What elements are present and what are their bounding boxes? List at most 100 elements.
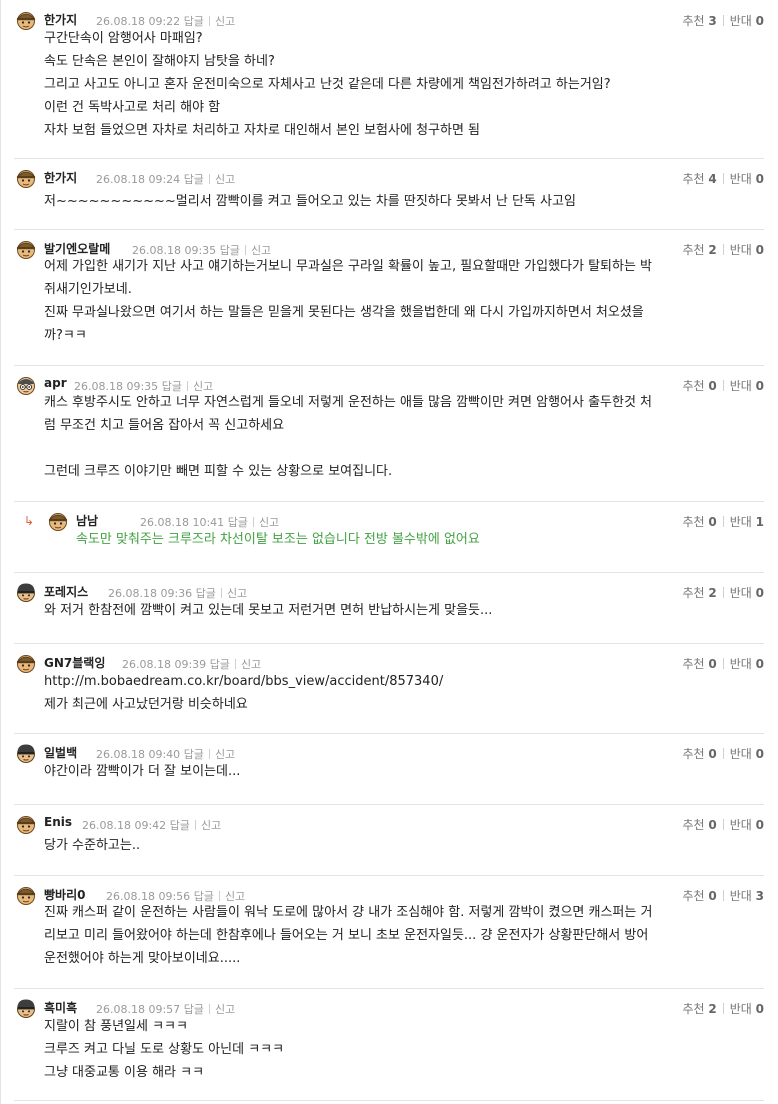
- vote-divider: [722, 748, 724, 759]
- cap-face-icon[interactable]: [16, 653, 36, 673]
- oppose-button[interactable]: 반대 0: [730, 747, 764, 761]
- comment-item: 한가지 26.08.18 09:24 답글 신고 추천 4 반대 0 저~~~~~~~~~…: [0, 158, 778, 229]
- oppose-button[interactable]: 반대 0: [730, 657, 764, 671]
- comment-line: 제가 최근에 사고났던거랑 비슷하네요: [44, 697, 248, 712]
- comment-line: [44, 437, 754, 460]
- author-nickname[interactable]: 한가지: [44, 169, 77, 186]
- helmet-face-icon[interactable]: [16, 998, 36, 1018]
- recommend-button[interactable]: 추천 0: [682, 747, 716, 761]
- author-nickname[interactable]: 남남: [76, 512, 98, 529]
- reply-arrow-icon: ↳: [24, 514, 35, 528]
- glasses-face-icon[interactable]: [16, 375, 36, 395]
- comment-body: 어제 가입한 새기가 지난 사고 얘기하는거보니 무과실은 구라일 확률이 높고…: [44, 255, 754, 347]
- author-nickname[interactable]: GN7블랙잉: [44, 654, 105, 671]
- report-link[interactable]: 신고: [215, 173, 235, 186]
- comment-separator: [14, 1100, 764, 1101]
- comment-line: 이런 건 독박사고로 처리 해야 함: [44, 100, 221, 115]
- meta-divider: [208, 16, 210, 26]
- oppose-button[interactable]: 반대 0: [730, 172, 764, 186]
- comment-line: 그리고 사고도 아니고 혼자 운전미숙으로 자체사고 난것 같은데 다른 차량에…: [44, 77, 611, 92]
- recommend-label: 추천: [682, 657, 705, 671]
- comment-line: 그런데 크루즈 이야기만 빼면 피할 수 있는 상황으로 보여집니다.: [44, 464, 393, 479]
- recommend-button[interactable]: 추천 0: [682, 818, 716, 832]
- comment-body: 와 저거 한참전에 깜빡이 켜고 있는데 못보고 저런거면 면허 반납하시는게 …: [44, 599, 754, 622]
- oppose-label: 반대: [729, 586, 752, 600]
- oppose-count: 0: [755, 818, 764, 832]
- helmet-face-icon[interactable]: [16, 743, 36, 763]
- vote-area: 추천 0 반대 0: [682, 816, 764, 833]
- recommend-button[interactable]: 추천 3: [682, 14, 716, 28]
- oppose-button[interactable]: 반대 0: [730, 1002, 764, 1016]
- comment-line: 크루즈 켜고 다닐 도로 상황도 아닌데 ㅋㅋㅋ: [44, 1042, 285, 1057]
- comment-body: 저~~~~~~~~~~~멀리서 깜빡이를 켜고 들어오고 있는 차를 딴짓하다 …: [44, 190, 754, 213]
- comment-item: 빵바리0 26.08.18 09:56 답글 신고 추천 0 반대 3 진짜 캐스퍼 같이…: [0, 875, 778, 988]
- cap-face-icon[interactable]: [16, 168, 36, 188]
- cap-face-icon[interactable]: [16, 10, 36, 30]
- reply-link[interactable]: 답글: [170, 819, 190, 832]
- comment-line: 어제 가입한 새기가 지난 사고 얘기하는거보니 무과실은 구라일 확률이 높고…: [44, 259, 653, 274]
- oppose-count: 3: [755, 889, 764, 903]
- cap-face-icon[interactable]: [16, 239, 36, 259]
- meta-divider: [208, 174, 210, 184]
- author-nickname[interactable]: 일벌백: [44, 744, 77, 761]
- vote-divider: [722, 1003, 724, 1014]
- author-nickname[interactable]: 포레지스: [44, 583, 88, 600]
- meta-divider: [208, 1004, 210, 1014]
- comment-line: 속도 단속은 본인이 잘해야지 남탓을 하네?: [44, 54, 275, 69]
- oppose-button[interactable]: 반대 1: [730, 515, 764, 529]
- author-nickname[interactable]: Enis: [44, 815, 72, 829]
- oppose-label: 반대: [729, 14, 752, 28]
- comment-list: 한가지 26.08.18 09:22 답글 신고 추천 3 반대 0 구간단속이 암행어사…: [0, 0, 778, 1104]
- recommend-label: 추천: [682, 14, 705, 28]
- comment-line: 캐스 후방주시도 안하고 너무 자연스럽게 들오네 저렇게 운전하는 애들 많음…: [44, 395, 653, 410]
- comment-line: 자차 보험 들었으면 자차로 처리하고 자차로 대인해서 본인 보험사에 청구하…: [44, 123, 481, 138]
- oppose-count: 0: [755, 379, 764, 393]
- oppose-label: 반대: [729, 657, 752, 671]
- recommend-button[interactable]: 추천 2: [682, 1002, 716, 1016]
- recommend-button[interactable]: 추천 0: [682, 515, 716, 529]
- author-nickname[interactable]: 흑미흑: [44, 999, 77, 1016]
- cap-face-icon[interactable]: [16, 885, 36, 905]
- recommend-count: 3: [708, 14, 717, 28]
- recommend-button[interactable]: 추천 2: [682, 586, 716, 600]
- author-nickname[interactable]: apr: [44, 376, 67, 390]
- comment-item: Enis 26.08.18 09:42 답글 신고 추천 0 반대 0 당가 수준하고는.…: [0, 804, 778, 875]
- oppose-button[interactable]: 반대 0: [730, 14, 764, 28]
- comment-meta: 26.08.18 09:42 답글 신고: [82, 817, 221, 833]
- vote-divider: [722, 244, 724, 255]
- reply-link[interactable]: 답글: [184, 173, 204, 186]
- meta-divider: [234, 659, 236, 669]
- comment-line: 운전했어야 하는게 맞아보이네요.....: [44, 951, 241, 966]
- report-link[interactable]: 신고: [201, 819, 221, 832]
- helmet-face-icon[interactable]: [16, 582, 36, 602]
- comment-line: 와 저거 한참전에 깜빡이 켜고 있는데 못보고 저런거면 면허 반납하시는게 …: [44, 603, 493, 618]
- recommend-count: 2: [708, 586, 717, 600]
- comment-item: 한가지 26.08.18 09:22 답글 신고 추천 3 반대 0 구간단속이 암행어사…: [0, 0, 778, 158]
- recommend-label: 추천: [682, 818, 705, 832]
- author-nickname[interactable]: 한가지: [44, 11, 77, 28]
- oppose-button[interactable]: 반대 0: [730, 818, 764, 832]
- comment-date: 26.08.18 09:42: [82, 819, 167, 832]
- comment-line: 럼 무조건 치고 들어옴 잡아서 꼭 신고하세요: [44, 418, 285, 433]
- comment-header: 한가지 26.08.18 09:24 답글 신고 추천 4 반대 0: [16, 168, 764, 188]
- meta-divider: [220, 588, 222, 598]
- recommend-button[interactable]: 추천 4: [682, 172, 716, 186]
- meta-divider: [186, 381, 188, 391]
- oppose-button[interactable]: 반대 0: [730, 586, 764, 600]
- comment-line: 그냥 대중교통 이용 해라 ㅋㅋ: [44, 1065, 205, 1080]
- comment-item: 흑미흑 26.08.18 09:57 답글 신고 추천 2 반대 0 지랄이 참 풍년일세…: [0, 988, 778, 1100]
- comment-body: 야간이라 깜빡이가 더 잘 보이는데...: [44, 760, 754, 783]
- cap-face-icon[interactable]: [48, 511, 68, 531]
- cap-face-icon[interactable]: [16, 814, 36, 834]
- comment-line: 속도만 맞춰주는 크루즈라 차선이탈 보조는 없습니다 전방 볼수밖에 없어요: [76, 532, 480, 547]
- oppose-count: 0: [755, 14, 764, 28]
- meta-divider: [208, 749, 210, 759]
- oppose-count: 1: [755, 515, 764, 529]
- recommend-button[interactable]: 추천 0: [682, 657, 716, 671]
- recommend-label: 추천: [682, 515, 705, 529]
- vote-divider: [722, 380, 724, 391]
- comment-line: 진짜 캐스퍼 같이 운전하는 사람들이 워낙 도로에 많아서 걍 내가 조심해야…: [44, 905, 653, 920]
- comment-header: Enis 26.08.18 09:42 답글 신고 추천 0 반대 0: [16, 814, 764, 834]
- comment-body: 진짜 캐스퍼 같이 운전하는 사람들이 워낙 도로에 많아서 걍 내가 조심해야…: [44, 901, 754, 970]
- oppose-count: 0: [755, 1002, 764, 1016]
